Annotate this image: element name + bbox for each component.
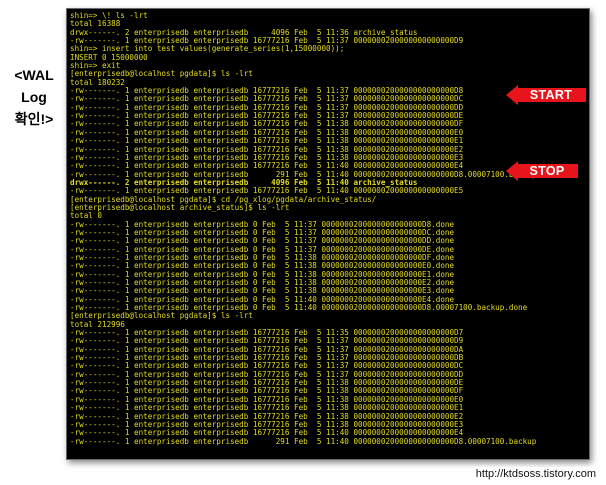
terminal-line: -rw-------. 1 enterprisedb enterprisedb … xyxy=(70,145,464,154)
terminal-line: -rw-------. 1 enterprisedb enterprisedb … xyxy=(70,112,464,121)
terminal-line: -rw-------. 1 enterprisedb enterprisedb … xyxy=(70,412,464,421)
terminal-line: -rw-------. 1 enterprisedb enterprisedb … xyxy=(70,295,455,304)
start-arrow: START xyxy=(506,85,586,105)
side-label-line: Log xyxy=(21,89,47,105)
stop-arrow: STOP xyxy=(506,161,578,181)
source-url-caption: http://ktdsoss.tistory.com xyxy=(473,467,598,481)
terminal-line: -rw-------. 1 enterprisedb enterprisedb … xyxy=(70,370,464,379)
terminal-line: -rw-------. 1 enterprisedb enterprisedb … xyxy=(70,379,464,388)
terminal-line: -rw-------. 1 enterprisedb enterprisedb … xyxy=(70,237,455,246)
terminal-line: -rw-------. 1 enterprisedb enterprisedb … xyxy=(70,245,455,254)
terminal-line: -rw-------. 1 enterprisedb enterprisedb … xyxy=(70,429,464,438)
terminal-line: -rw-------. 1 enterprisedb enterprisedb … xyxy=(70,362,464,371)
terminal-line: [enterprisedb@localhost pgdata]$ ls -lrt xyxy=(70,312,253,321)
start-label: START xyxy=(529,88,573,102)
terminal-line: -rw-------. 1 enterprisedb enterprisedb … xyxy=(70,437,537,446)
terminal-line: [enterprisedb@localhost pgdata]$ cd /pg_… xyxy=(70,195,377,204)
terminal-line: -rw-------. 1 enterprisedb enterprisedb … xyxy=(70,354,464,363)
terminal-output: shin=> \! ls -lrt total 16388 drwx------. … xyxy=(66,8,590,460)
terminal-line: -rw-------. 1 enterprisedb enterprisedb … xyxy=(70,270,455,279)
terminal-line: total 16388 xyxy=(70,20,121,29)
terminal-line: -rw-------. 1 enterprisedb enterprisedb … xyxy=(70,262,455,271)
terminal-line: [enterprisedb@localhost pgdata]$ ls -lrt xyxy=(70,70,253,79)
terminal-line: -rw-------. 1 enterprisedb enterprisedb … xyxy=(70,304,528,313)
wal-log-check-label: <WAL Log 확인!> xyxy=(4,64,64,130)
terminal-line: -rw-------. 1 enterprisedb enterprisedb … xyxy=(70,404,464,413)
terminal-window: shin=> \! ls -lrt total 16388 drwx------. … xyxy=(66,8,590,460)
terminal-line: -rw-------. 1 enterprisedb enterprisedb … xyxy=(70,187,464,196)
terminal-line: -rw-------. 1 enterprisedb enterprisedb … xyxy=(70,329,464,338)
side-label-line: 확인!> xyxy=(14,111,54,127)
terminal-line: -rw-------. 1 enterprisedb enterprisedb … xyxy=(70,395,464,404)
terminal-line: total 212996 xyxy=(70,320,125,329)
stop-label: STOP xyxy=(529,164,565,178)
terminal-line: -rw-------. 1 enterprisedb enterprisedb … xyxy=(70,228,455,237)
terminal-line: shin=> exit xyxy=(70,62,121,71)
terminal-line: total 0 xyxy=(70,212,103,221)
terminal-line: -rw-------. 1 enterprisedb enterprisedb … xyxy=(70,337,464,346)
terminal-line: drwx------. 2 enterprisedb enterprisedb … xyxy=(70,28,418,37)
terminal-line: shin=> insert into test values(generate_… xyxy=(70,45,345,54)
terminal-line: -rw-------. 1 enterprisedb enterprisedb … xyxy=(70,37,464,46)
terminal-line: [enterprisedb@localhost archive_status]$… xyxy=(70,203,290,212)
terminal-line: -rw-------. 1 enterprisedb enterprisedb … xyxy=(70,137,464,146)
terminal-line: -rw-------. 1 enterprisedb enterprisedb … xyxy=(70,287,455,296)
terminal-line: -rw-------. 1 enterprisedb enterprisedb … xyxy=(70,128,464,137)
terminal-line: -rw-------. 1 enterprisedb enterprisedb … xyxy=(70,253,455,262)
terminal-line: -rw-------. 1 enterprisedb enterprisedb … xyxy=(70,120,464,129)
side-label-line: <WAL xyxy=(14,67,54,83)
terminal-line: -rw-------. 1 enterprisedb enterprisedb … xyxy=(70,345,464,354)
terminal-line: -rw-------. 1 enterprisedb enterprisedb … xyxy=(70,220,455,229)
terminal-line: INSERT 0 15000000 xyxy=(70,53,148,62)
terminal-line: shin=> \! ls -lrt xyxy=(70,12,148,20)
terminal-line: -rw-------. 1 enterprisedb enterprisedb … xyxy=(70,103,464,112)
terminal-line: -rw-------. 1 enterprisedb enterprisedb … xyxy=(70,420,464,429)
terminal-line: -rw-------. 1 enterprisedb enterprisedb … xyxy=(70,387,464,396)
terminal-line: -rw-------. 1 enterprisedb enterprisedb … xyxy=(70,279,455,287)
